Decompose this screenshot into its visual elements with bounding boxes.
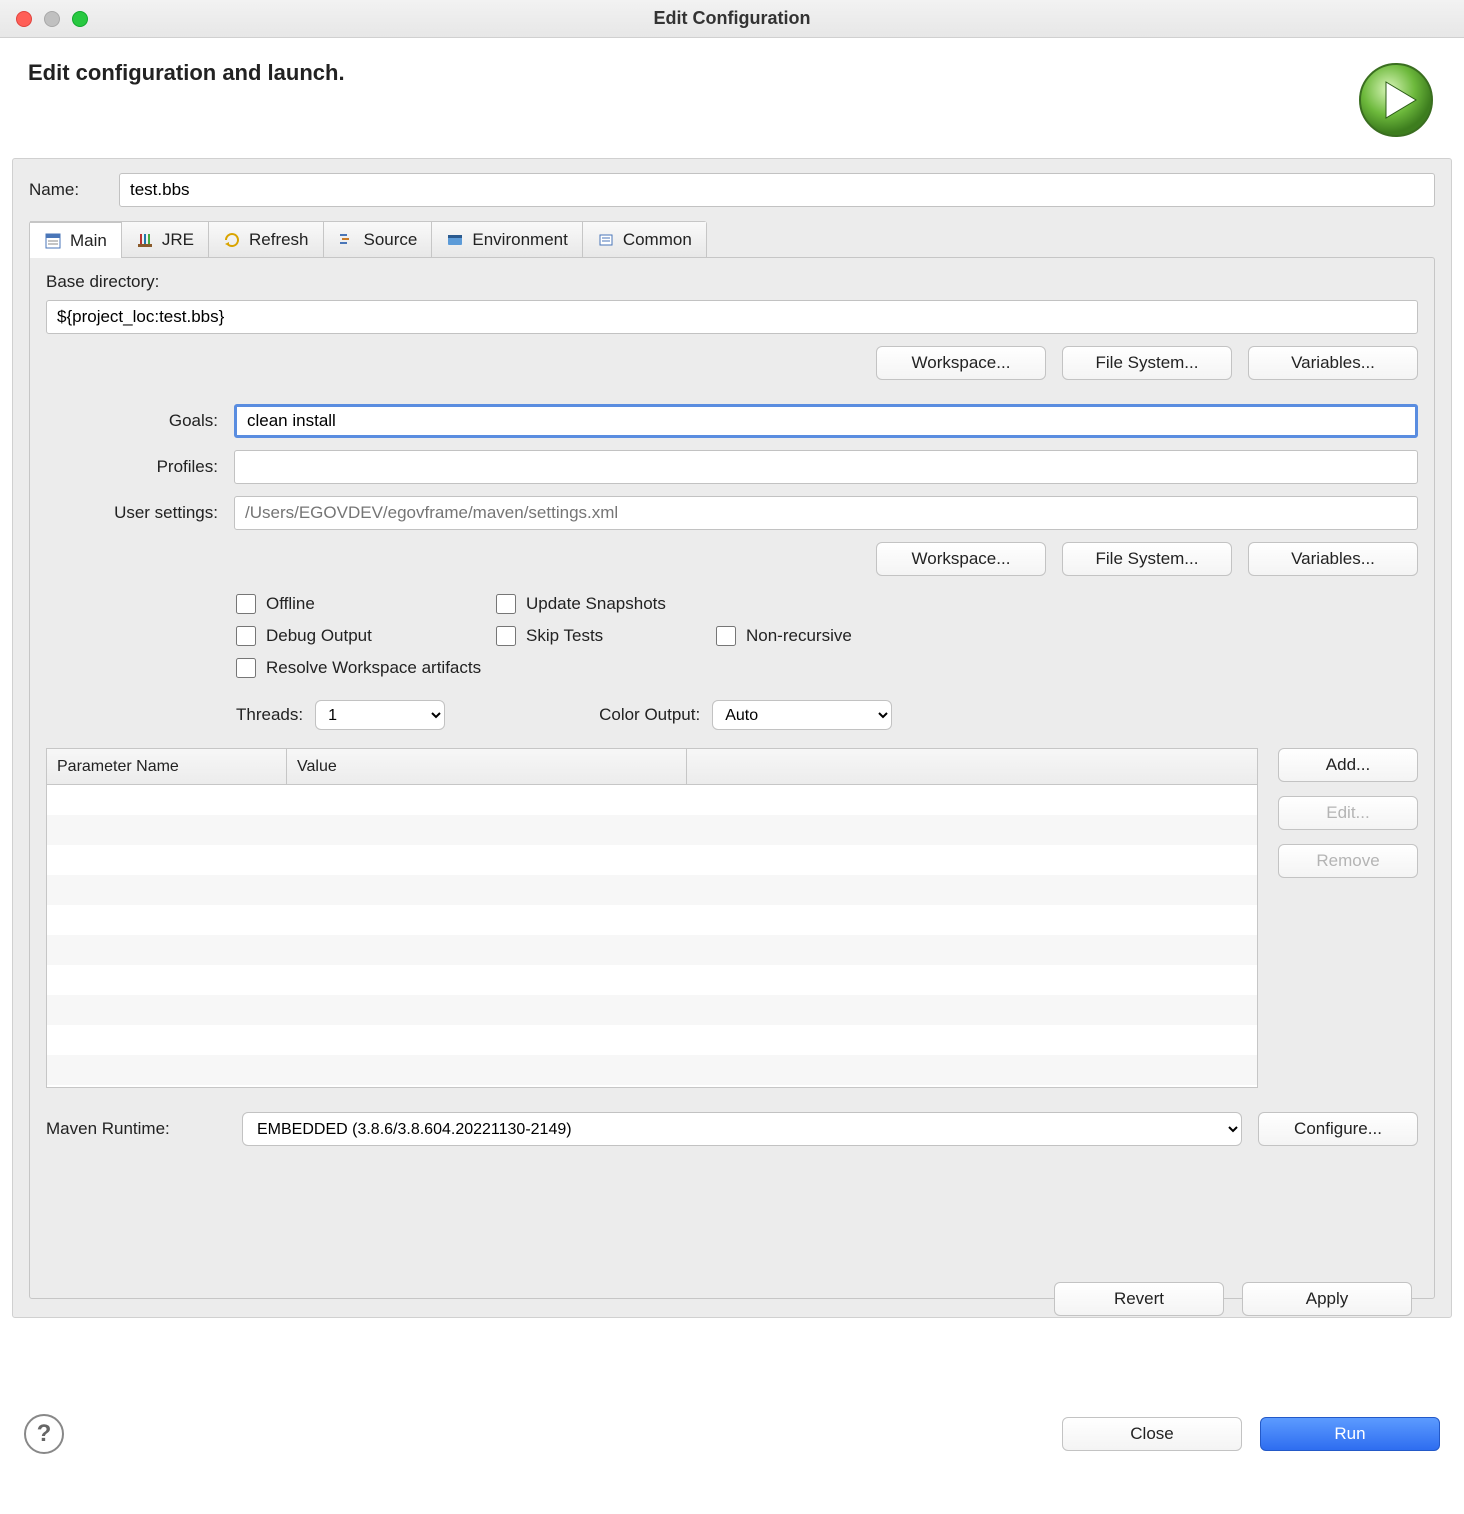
table-row	[47, 1055, 1257, 1085]
filesystem-button[interactable]: File System...	[1062, 346, 1232, 380]
main-tab-icon	[44, 232, 62, 250]
tab-jre-label: JRE	[162, 230, 194, 250]
profiles-input[interactable]	[234, 450, 1418, 484]
tab-common-label: Common	[623, 230, 692, 250]
close-window-icon[interactable]	[16, 11, 32, 27]
tab-jre[interactable]: JRE	[122, 222, 209, 257]
parameter-table-area: Parameter Name Value	[46, 748, 1418, 1088]
table-row	[47, 995, 1257, 1025]
col-parameter-name[interactable]: Parameter Name	[47, 749, 287, 784]
add-button[interactable]: Add...	[1278, 748, 1418, 782]
col-value[interactable]: Value	[287, 749, 687, 784]
tab-strip: Main JRE Refresh Source Environment	[29, 221, 707, 257]
offline-label: Offline	[266, 594, 315, 614]
table-row	[47, 905, 1257, 935]
tab-refresh-label: Refresh	[249, 230, 309, 250]
table-row	[47, 785, 1257, 815]
jre-tab-icon	[136, 231, 154, 249]
table-row	[47, 815, 1257, 845]
maven-runtime-row: Maven Runtime: EMBEDDED (3.8.6/3.8.604.2…	[46, 1112, 1418, 1146]
resolve-workspace-checkbox[interactable]	[236, 658, 256, 678]
threads-color-row: Threads: 1 Color Output: Auto	[236, 700, 1418, 730]
source-tab-icon	[338, 231, 356, 249]
minimize-window-icon	[44, 11, 60, 27]
table-buttons: Add... Edit... Remove	[1278, 748, 1418, 1088]
name-row: Name:	[29, 173, 1435, 207]
dialog-subtitle: Edit configuration and launch.	[28, 60, 345, 86]
workspace-button-2[interactable]: Workspace...	[876, 542, 1046, 576]
apply-revert-row: Revert Apply	[0, 1264, 1436, 1324]
color-output-select[interactable]: Auto	[712, 700, 892, 730]
remove-button: Remove	[1278, 844, 1418, 878]
profiles-label: Profiles:	[46, 457, 226, 477]
configure-button[interactable]: Configure...	[1258, 1112, 1418, 1146]
table-row	[47, 875, 1257, 905]
refresh-tab-icon	[223, 231, 241, 249]
dialog-footer: ? Close Run	[0, 1384, 1464, 1474]
run-button[interactable]: Run	[1260, 1417, 1440, 1451]
environment-tab-icon	[446, 231, 464, 249]
threads-label: Threads:	[236, 705, 303, 725]
window-title: Edit Configuration	[654, 8, 811, 29]
window-titlebar: Edit Configuration	[0, 0, 1464, 38]
threads-select[interactable]: 1	[315, 700, 445, 730]
run-icon	[1356, 60, 1436, 140]
base-directory-input[interactable]	[46, 300, 1418, 334]
col-empty	[687, 749, 1257, 784]
user-settings-input[interactable]	[234, 496, 1418, 530]
checkbox-group: Offline Update Snapshots Debug Output Sk…	[236, 594, 1418, 690]
debug-output-checkbox[interactable]	[236, 626, 256, 646]
table-body	[47, 785, 1257, 1085]
variables-button[interactable]: Variables...	[1248, 346, 1418, 380]
user-settings-buttons: Workspace... File System... Variables...	[46, 542, 1418, 576]
debug-output-label: Debug Output	[266, 626, 372, 646]
edit-button: Edit...	[1278, 796, 1418, 830]
tab-body: Base directory: Workspace... File System…	[29, 257, 1435, 1299]
non-recursive-checkbox[interactable]	[716, 626, 736, 646]
skip-tests-checkbox[interactable]	[496, 626, 516, 646]
update-snapshots-checkbox[interactable]	[496, 594, 516, 614]
maven-runtime-label: Maven Runtime:	[46, 1119, 226, 1139]
non-recursive-label: Non-recursive	[746, 626, 852, 646]
revert-button[interactable]: Revert	[1054, 1282, 1224, 1316]
goals-label: Goals:	[46, 411, 226, 431]
table-row	[47, 935, 1257, 965]
apply-button[interactable]: Apply	[1242, 1282, 1412, 1316]
table-header: Parameter Name Value	[47, 749, 1257, 785]
user-settings-label: User settings:	[46, 503, 226, 523]
skip-tests-label: Skip Tests	[526, 626, 603, 646]
parameter-table[interactable]: Parameter Name Value	[46, 748, 1258, 1088]
tab-main-label: Main	[70, 231, 107, 251]
maven-runtime-select[interactable]: EMBEDDED (3.8.6/3.8.604.20221130-2149)	[242, 1112, 1242, 1146]
tab-source-label: Source	[364, 230, 418, 250]
common-tab-icon	[597, 231, 615, 249]
close-button[interactable]: Close	[1062, 1417, 1242, 1451]
update-snapshots-label: Update Snapshots	[526, 594, 666, 614]
tab-environment-label: Environment	[472, 230, 567, 250]
goals-input[interactable]	[234, 404, 1418, 438]
tab-refresh[interactable]: Refresh	[209, 222, 324, 257]
tab-main[interactable]: Main	[30, 221, 122, 258]
table-row	[47, 965, 1257, 995]
variables-button-2[interactable]: Variables...	[1248, 542, 1418, 576]
workspace-button[interactable]: Workspace...	[876, 346, 1046, 380]
help-icon[interactable]: ?	[24, 1414, 64, 1454]
maximize-window-icon[interactable]	[72, 11, 88, 27]
tab-source[interactable]: Source	[324, 222, 433, 257]
base-directory-label: Base directory:	[46, 272, 1418, 292]
config-panel: Name: Main JRE Refresh Source	[12, 158, 1452, 1318]
name-input[interactable]	[119, 173, 1435, 207]
base-dir-buttons: Workspace... File System... Variables...	[46, 346, 1418, 380]
table-row	[47, 845, 1257, 875]
window-controls	[0, 11, 88, 27]
tab-environment[interactable]: Environment	[432, 222, 582, 257]
color-output-label: Color Output:	[599, 705, 700, 725]
table-row	[47, 1025, 1257, 1055]
offline-checkbox[interactable]	[236, 594, 256, 614]
filesystem-button-2[interactable]: File System...	[1062, 542, 1232, 576]
tab-common[interactable]: Common	[583, 222, 706, 257]
name-label: Name:	[29, 180, 105, 200]
resolve-workspace-label: Resolve Workspace artifacts	[266, 658, 481, 678]
dialog-header: Edit configuration and launch.	[0, 38, 1464, 158]
